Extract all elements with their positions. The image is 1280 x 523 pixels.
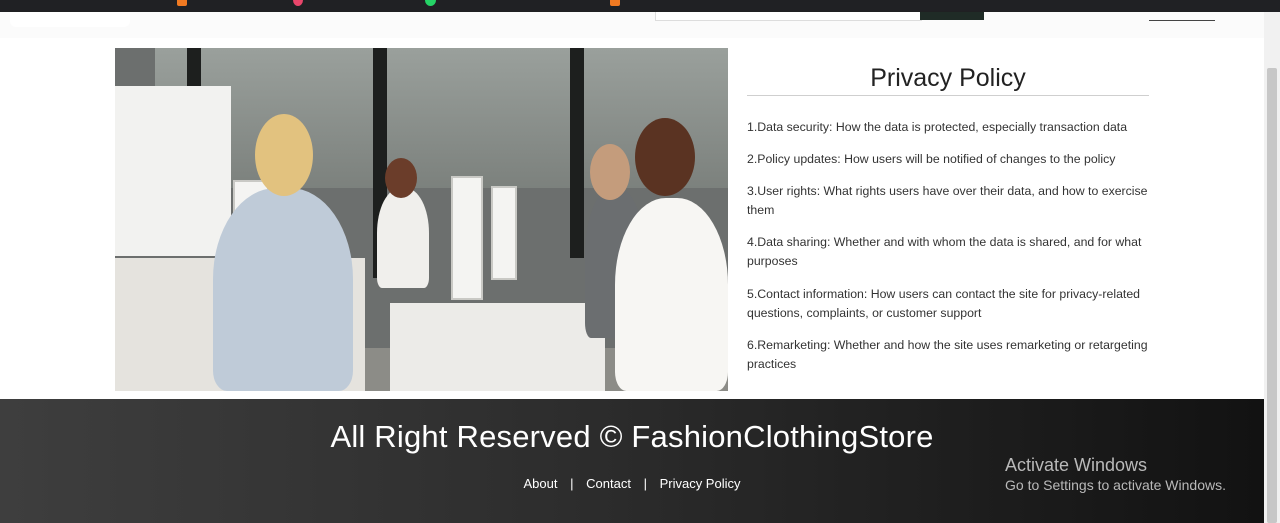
photo-desk [390,303,605,391]
whatsapp-icon[interactable] [425,0,436,6]
footer-link-contact[interactable]: Contact [586,476,631,491]
browser-bookmarks-bar [0,0,1280,12]
main-content: Privacy Policy 1.Data security: How the … [0,38,1264,399]
photo-person-head [385,158,417,198]
scrollbar-thumb[interactable] [1267,68,1277,523]
policy-item: 6.Remarketing: Whether and how the site … [747,338,1148,371]
activate-windows-title: Activate Windows [1005,455,1148,475]
call-center-photo [115,48,728,391]
activate-windows-subtitle: Go to Settings to activate Windows. [1005,477,1226,493]
site-logo[interactable] [10,12,130,27]
nav-underline [1149,20,1215,21]
photo-monitor [451,176,483,300]
photo-person-head [635,118,695,196]
bookmark-icon[interactable] [293,0,303,6]
photo-monitor [491,186,517,280]
search-button[interactable] [920,12,984,20]
policy-item: 4.Data sharing: Whether and with whom th… [747,235,1142,268]
footer-copyright: All Right Reserved © FashionClothingStor… [330,419,934,454]
photo-person [615,198,728,391]
footer-link-privacy-policy[interactable]: Privacy Policy [660,476,741,491]
photo-person [377,188,429,288]
bookmark-icon[interactable] [177,0,187,6]
photo-person-head [255,114,313,196]
photo-whiteboard [115,86,231,256]
bookmark-icon[interactable] [610,0,620,6]
page-scrollbar[interactable] [1264,12,1280,523]
footer-separator: | [643,476,647,491]
site-header [0,12,1264,38]
policy-item: 3.User rights: What rights users have ov… [747,184,1148,217]
footer-link-about[interactable]: About [524,476,558,491]
privacy-policy-title: Privacy Policy [747,48,1149,96]
activate-windows-watermark: Activate Windows Go to Settings to activ… [1005,454,1226,494]
privacy-policy-section: Privacy Policy 1.Data security: How the … [747,48,1149,371]
footer-separator: | [570,476,574,491]
photo-pillar [570,48,584,258]
policy-item: 1.Data security: How the data is protect… [747,120,1128,134]
search-input[interactable] [655,12,922,21]
policy-item: 2.Policy updates: How users will be noti… [747,152,1116,166]
photo-person-head [590,144,630,200]
photo-person [213,188,353,391]
policy-item: 5.Contact information: How users can con… [747,287,1140,320]
